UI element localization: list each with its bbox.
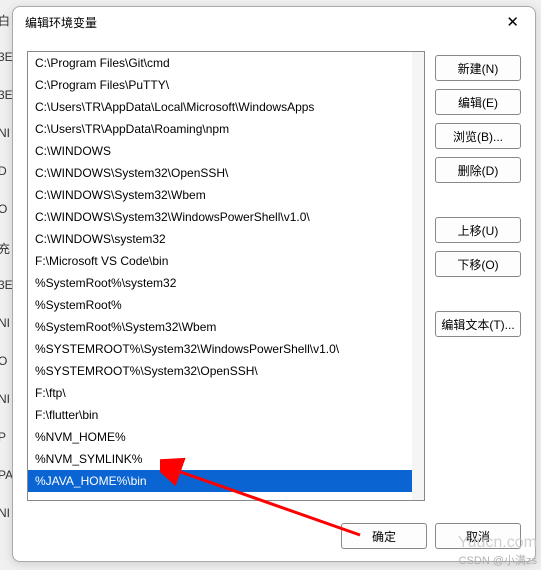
background-text: O xyxy=(0,202,7,216)
background-text: 3E xyxy=(0,88,13,102)
edit-env-var-dialog: 编辑环境变量 ✕ C:\Program Files\Git\cmdC:\Prog… xyxy=(12,6,536,562)
background-text: 充 xyxy=(0,240,10,257)
delete-button[interactable]: 删除(D) xyxy=(435,157,521,183)
list-item[interactable]: F:\ftp\ xyxy=(28,382,412,404)
background-text: NI xyxy=(0,392,10,406)
new-button[interactable]: 新建(N) xyxy=(435,55,521,81)
list-item[interactable]: F:\Microsoft VS Code\bin xyxy=(28,250,412,272)
background-text: 3E xyxy=(0,50,13,64)
list-item[interactable]: %NVM_HOME% xyxy=(28,426,412,448)
list-item[interactable]: C:\Users\TR\AppData\Local\Microsoft\Wind… xyxy=(28,96,412,118)
background-text: NI xyxy=(0,126,10,140)
list-item[interactable]: C:\WINDOWS\System32\OpenSSH\ xyxy=(28,162,412,184)
browse-button[interactable]: 浏览(B)... xyxy=(435,123,521,149)
list-item[interactable]: C:\WINDOWS xyxy=(28,140,412,162)
edit-text-button[interactable]: 编辑文本(T)... xyxy=(435,311,521,337)
ok-button[interactable]: 确定 xyxy=(341,523,427,549)
list-item[interactable]: C:\Program Files\PuTTY\ xyxy=(28,74,412,96)
list-item[interactable]: C:\WINDOWS\System32\WindowsPowerShell\v1… xyxy=(28,206,412,228)
background-window-fragments: 白3E3ENIDO充3ENIONIPPANI xyxy=(0,0,10,570)
scrollbar[interactable] xyxy=(412,52,424,500)
list-item[interactable]: F:\flutter\bin xyxy=(28,404,412,426)
list-item[interactable]: %JAVA_HOME%\bin xyxy=(28,470,412,492)
list-item[interactable]: %SystemRoot% xyxy=(28,294,412,316)
list-item[interactable]: C:\Users\TR\AppData\Roaming\npm xyxy=(28,118,412,140)
titlebar: 编辑环境变量 ✕ xyxy=(13,7,535,37)
background-text: NI xyxy=(0,506,10,520)
edit-button[interactable]: 编辑(E) xyxy=(435,89,521,115)
list-item[interactable]: %SYSTEMROOT%\System32\WindowsPowerShell\… xyxy=(28,338,412,360)
move-up-button[interactable]: 上移(U) xyxy=(435,217,521,243)
list-item[interactable]: C:\Program Files\Git\cmd xyxy=(28,52,412,74)
background-text: 3E xyxy=(0,278,13,292)
list-item[interactable]: C:\WINDOWS\System32\Wbem xyxy=(28,184,412,206)
dialog-title: 编辑环境变量 xyxy=(25,14,97,31)
background-text: 白 xyxy=(0,12,10,29)
list-item[interactable]: %NVM_SYMLINK% xyxy=(28,448,412,470)
list-item[interactable]: C:\WINDOWS\system32 xyxy=(28,228,412,250)
cancel-button[interactable]: 取消 xyxy=(435,523,521,549)
background-text: D xyxy=(0,164,7,178)
dialog-footer: 确定 取消 xyxy=(13,511,535,561)
dialog-content: C:\Program Files\Git\cmdC:\Program Files… xyxy=(13,37,535,511)
button-column: 新建(N) 编辑(E) 浏览(B)... 删除(D) 上移(U) 下移(O) 编… xyxy=(435,51,521,501)
list-item[interactable]: %SystemRoot%\system32 xyxy=(28,272,412,294)
background-text: NI xyxy=(0,316,10,330)
background-text: O xyxy=(0,354,7,368)
list-item[interactable]: %SYSTEMROOT%\System32\OpenSSH\ xyxy=(28,360,412,382)
close-icon[interactable]: ✕ xyxy=(500,11,525,33)
move-down-button[interactable]: 下移(O) xyxy=(435,251,521,277)
background-text: P xyxy=(0,430,6,444)
path-list[interactable]: C:\Program Files\Git\cmdC:\Program Files… xyxy=(27,51,425,501)
list-item[interactable]: %SystemRoot%\System32\Wbem xyxy=(28,316,412,338)
